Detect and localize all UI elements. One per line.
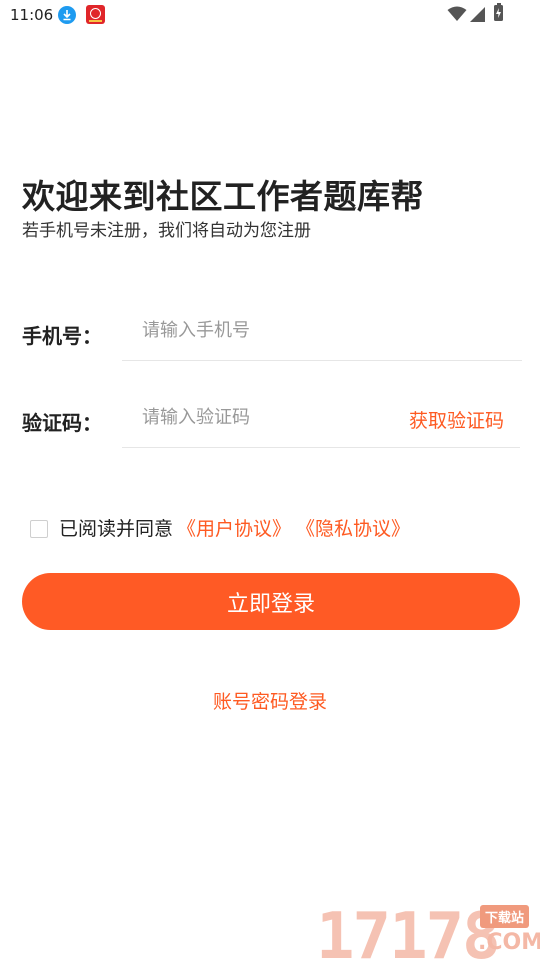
battery-charging-icon [494, 3, 503, 21]
cell-signal-icon [470, 7, 485, 22]
password-login-link[interactable]: 账号密码登录 [0, 687, 540, 714]
phone-input[interactable] [122, 301, 522, 361]
agreement-checkbox[interactable] [30, 520, 48, 538]
privacy-policy-link[interactable]: 《隐私协议》 [296, 514, 410, 541]
page-subtitle: 若手机号未注册，我们将自动为您注册 [22, 221, 311, 241]
phone-label: 手机号： [22, 324, 102, 348]
user-agreement-link[interactable]: 《用户协议》 [177, 514, 291, 541]
watermark-number: 17178 [316, 900, 501, 974]
agreement-text: 已阅读并同意 [59, 518, 174, 540]
watermark-domain: .COM [478, 930, 540, 955]
status-bar: 11:06 [0, 0, 540, 32]
download-notification-icon [58, 6, 76, 24]
get-code-button[interactable]: 获取验证码 [409, 406, 504, 433]
login-button[interactable]: 立即登录 [22, 573, 520, 630]
watermark-badge: 下载站 [480, 905, 530, 928]
status-time: 11:06 [10, 6, 54, 24]
wifi-icon [447, 6, 467, 21]
code-label: 验证码： [22, 411, 102, 435]
app-notification-icon [86, 5, 105, 24]
page-title: 欢迎来到社区工作者题库帮 [22, 177, 424, 216]
